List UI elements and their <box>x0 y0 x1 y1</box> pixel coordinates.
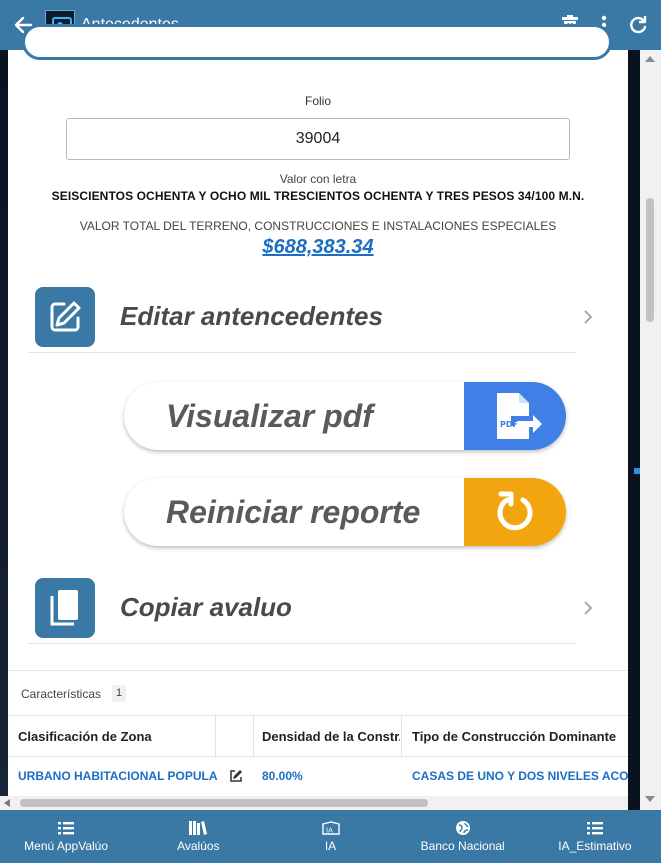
vertical-scroll-thumb[interactable] <box>646 198 654 322</box>
column-header-densidad[interactable]: Densidad de la Constr... <box>262 716 400 757</box>
valor-letra-value: SEISCIENTOS OCHENTA Y OCHO MIL TRESCIENT… <box>51 189 585 203</box>
restart-icon <box>497 491 533 531</box>
visualizar-pdf-label: Visualizar pdf <box>166 397 373 434</box>
edit-tile <box>35 286 95 347</box>
visualizar-pdf-button[interactable]: Visualizar pdf PDF <box>124 382 566 450</box>
nav-label: Avalúos <box>177 838 220 853</box>
pencil-icon <box>50 301 81 331</box>
svg-text:PDF: PDF <box>500 420 518 429</box>
nav-label: IA <box>324 838 337 853</box>
copiar-avaluo-row[interactable]: Copiar avaluo <box>28 572 593 644</box>
svg-text:IA: IA <box>326 826 333 834</box>
cell-densidad[interactable]: 80.00% <box>262 757 400 795</box>
list-icon <box>58 821 75 834</box>
pdf-cap: PDF <box>464 382 566 450</box>
column-separator <box>253 716 254 757</box>
reiniciar-reporte-button[interactable]: Reiniciar reporte <box>124 478 566 546</box>
horizontal-scrollbar[interactable] <box>0 796 628 810</box>
nav-label: IA_Estimativo <box>558 838 632 853</box>
scroll-left-arrow-icon[interactable] <box>4 799 10 807</box>
globe-icon <box>455 820 470 835</box>
grid-header: Clasificación de Zona Densidad de la Con… <box>8 715 628 757</box>
list-icon <box>586 821 603 834</box>
nav-item-menu-appvaluo[interactable]: Menú AppValúo <box>0 810 132 863</box>
background-left <box>0 50 8 810</box>
table-row[interactable]: URBANO HABITACIONAL POPULAR 80.00% CASAS… <box>8 757 628 795</box>
refresh-button[interactable] <box>621 0 655 50</box>
valor-letra-label: Valor con letra <box>279 172 357 186</box>
nav-item-ia-estimativo[interactable]: IA_Estimativo <box>529 810 661 863</box>
ia-icon: IA <box>321 820 340 835</box>
column-separator <box>215 716 216 757</box>
nav-label: Menú AppValúo <box>24 838 109 853</box>
copy-tile <box>35 577 95 638</box>
nav-label: Banco Nacional <box>420 838 505 853</box>
edit-antecedentes-row[interactable]: Editar antencedentes <box>28 281 593 353</box>
bottom-navigation: Menú AppValúo Avalúos IA IA Banco Nacion… <box>0 810 661 863</box>
restart-cap <box>464 478 566 546</box>
pdf-export-icon: PDF <box>497 393 542 439</box>
nav-item-avaluos[interactable]: Avalúos <box>132 810 264 863</box>
refresh-icon <box>630 16 647 34</box>
top-partial-element <box>22 24 612 60</box>
copiar-avaluo-label: Copiar avaluo <box>120 592 292 622</box>
valor-total-label: VALOR TOTAL DEL TERRENO, CONSTRUCCIONES … <box>79 219 557 233</box>
reiniciar-reporte-label: Reiniciar reporte <box>166 493 421 530</box>
edit-antecedentes-label: Editar antencedentes <box>120 301 383 331</box>
nav-item-banco-nacional[interactable]: Banco Nacional <box>397 810 529 863</box>
main-content: Folio Valor con letra SEISCIENTOS OCHENT… <box>8 24 628 670</box>
caracteristicas-count-badge: 1 <box>112 685 126 702</box>
chevron-right-icon <box>578 309 598 325</box>
column-separator <box>401 716 402 757</box>
caracteristicas-title: Características <box>21 687 102 701</box>
column-header-zona[interactable]: Clasificación de Zona <box>18 716 218 757</box>
edit-icon <box>230 770 242 782</box>
scroll-down-arrow-icon[interactable] <box>645 796 655 802</box>
books-icon <box>189 820 208 835</box>
folio-label: Folio <box>304 94 331 108</box>
horizontal-scroll-thumb[interactable] <box>20 799 428 807</box>
cell-zona[interactable]: URBANO HABITACIONAL POPULAR <box>18 757 218 795</box>
valor-total-link[interactable]: $688,383.34 <box>8 236 628 259</box>
nav-item-ia[interactable]: IA IA <box>264 810 396 863</box>
column-header-tipo[interactable]: Tipo de Construcción Dominante <box>412 716 628 757</box>
chevron-right-icon <box>578 600 598 616</box>
copy-icon <box>50 589 78 625</box>
scroll-up-arrow-icon[interactable] <box>645 56 655 62</box>
folio-input[interactable] <box>66 118 570 160</box>
vertical-scrollbar[interactable] <box>640 50 661 810</box>
caracteristicas-panel: Características 1 Clasificación de Zona … <box>8 670 628 810</box>
edit-row-button[interactable] <box>225 757 247 795</box>
cell-tipo[interactable]: CASAS DE UNO Y DOS NIVELES ACORD <box>412 757 628 795</box>
